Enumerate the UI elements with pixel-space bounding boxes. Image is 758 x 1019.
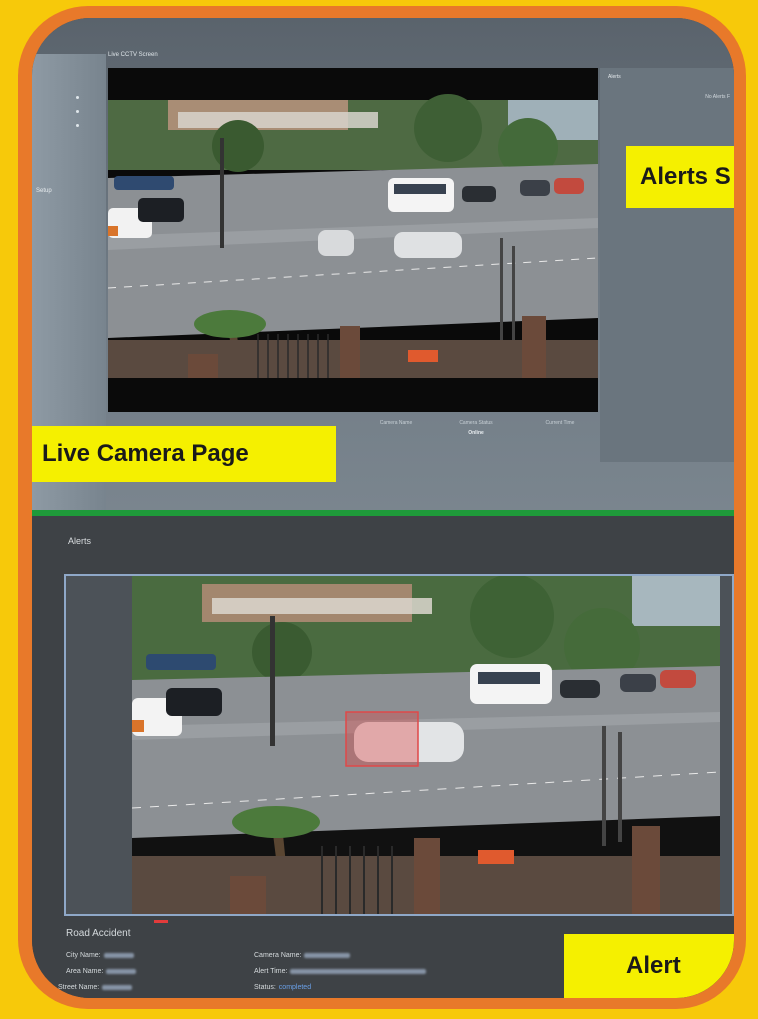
alert-time-value [290, 968, 427, 974]
menu-dot-icon[interactable] [76, 124, 79, 127]
screen-title: Live CCTV Screen [108, 52, 158, 58]
street-scene-image [108, 68, 598, 412]
camera-name-label: Camera Name [379, 420, 413, 426]
menu-dot-icon[interactable] [76, 110, 79, 113]
sidebar-item-setup[interactable]: Setup [36, 188, 52, 194]
city-name-value [103, 952, 134, 958]
live-camera-page-label: Live Camera Page [32, 426, 336, 482]
alerts-section-label: Alerts S [626, 146, 734, 208]
menu-dot-icon[interactable] [76, 96, 79, 99]
alert-label: Alert [564, 934, 734, 998]
camera-name-field: Camera Name: [254, 952, 351, 959]
screenshot-collage: Setup Live CCTV Screen Camera Name Camer… [32, 18, 734, 998]
area-name-value [106, 968, 137, 974]
alerts-sidebar-panel: Alerts No Alerts F [600, 68, 734, 462]
city-name-field: City Name: [66, 952, 134, 959]
live-camera-page: Setup Live CCTV Screen Camera Name Camer… [32, 18, 734, 510]
camera-status-info: Camera Status Online [444, 420, 508, 436]
camera-name-info: Camera Name [364, 420, 428, 430]
accident-scene-image [132, 576, 720, 914]
street-name-value [102, 984, 133, 990]
no-alerts-text: No Alerts F [705, 94, 730, 100]
current-time-info: Current Time [528, 420, 592, 430]
status-value: completed [278, 984, 312, 991]
street-name-field: Street Name: [58, 984, 133, 991]
alert-time-field: Alert Time: [254, 968, 427, 975]
alert-card[interactable] [64, 574, 734, 916]
alert-page: Alerts Road Accident City Name: Area Nam… [32, 516, 734, 998]
alert-video-frame [132, 576, 720, 914]
area-name-field: Area Name: [66, 968, 137, 975]
camera-name-value [304, 952, 351, 958]
alerts-panel-header: Alerts [608, 74, 621, 80]
live-video-feed[interactable] [108, 68, 598, 412]
alert-time-label: Alert Time: [254, 968, 288, 975]
alert-event-name: Road Accident [66, 928, 131, 939]
current-time-label: Current Time [545, 420, 575, 426]
page-title: Alerts [68, 536, 92, 546]
camera-name-label: Camera Name: [254, 952, 302, 959]
area-name-label: Area Name: [66, 968, 104, 975]
status-label: Status: [254, 984, 276, 991]
status-field: Status: completed [254, 984, 311, 991]
street-name-label: Street Name: [58, 984, 100, 991]
alert-severity-marker [154, 920, 168, 923]
camera-status-label: Camera Status [459, 420, 493, 426]
city-name-label: City Name: [66, 952, 101, 959]
camera-status-value: Online [468, 430, 484, 436]
